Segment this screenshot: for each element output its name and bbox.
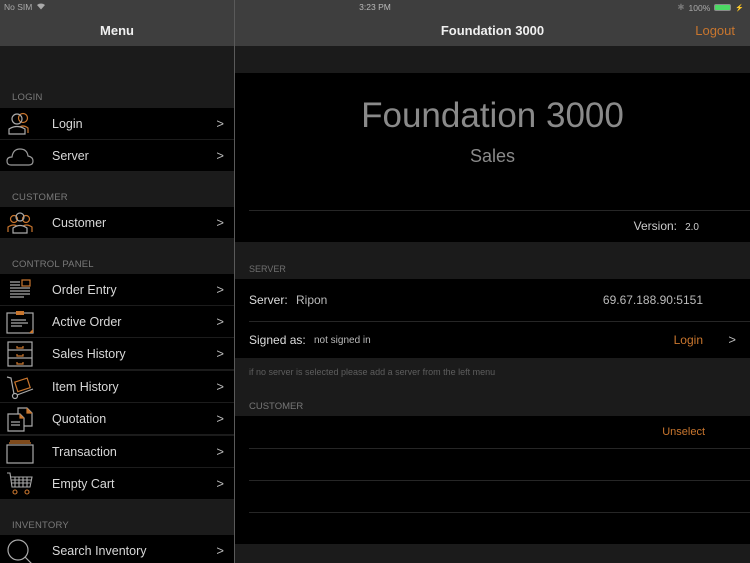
sidebar-item-item-history[interactable]: Item History > — [0, 371, 234, 403]
chevron-right-icon: > — [216, 346, 224, 361]
section-header-customer: CUSTOMER — [12, 192, 68, 203]
separator — [249, 210, 750, 211]
logout-button[interactable]: Logout — [695, 23, 735, 38]
section-header-customer: CUSTOMER — [249, 401, 304, 412]
chevron-right-icon: > — [216, 411, 224, 426]
chevron-right-icon: > — [216, 543, 224, 558]
main-title: Foundation 3000 — [440, 22, 545, 38]
section-header-login: LOGIN — [12, 92, 43, 103]
signed-as-label: Signed as: — [249, 333, 306, 347]
customer-group-icon — [6, 210, 34, 236]
chevron-right-icon: > — [216, 444, 224, 459]
tray-icon — [6, 439, 34, 465]
chevron-right-icon: > — [216, 215, 224, 230]
hero-title: Foundation 3000 — [361, 96, 624, 135]
sidebar-item-quotation[interactable]: Quotation > — [0, 403, 234, 435]
chevron-right-icon: > — [216, 379, 224, 394]
section-header-control-panel: CONTROL PANEL — [12, 259, 94, 270]
chevron-right-icon: > — [216, 116, 224, 131]
separator — [249, 512, 750, 513]
main-navbar: Foundation 3000 Logout — [235, 14, 750, 46]
battery-icon — [714, 4, 732, 11]
chevron-right-icon: > — [216, 476, 224, 491]
server-address: 69.67.188.90:5151 — [602, 293, 703, 307]
battery-percent: 100% — [688, 2, 711, 13]
section-header-server: SERVER — [249, 264, 286, 274]
sidebar: Menu LOGIN Login > Server > CUSTOMER Cus… — [0, 0, 234, 563]
order-entry-icon — [6, 277, 34, 303]
sidebar-item-empty-cart[interactable]: Empty Cart > — [0, 468, 234, 500]
sidebar-item-login[interactable]: Login > — [0, 108, 234, 140]
server-label: Server: — [249, 293, 288, 307]
hero-subtitle: Sales — [469, 146, 516, 166]
version-label: Version: — [633, 219, 677, 233]
chevron-right-icon: > — [216, 282, 224, 297]
server-card: Server: Ripon 69.67.188.90:5151 Signed a… — [235, 279, 750, 358]
cart-icon — [6, 471, 34, 497]
sidebar-item-active-order[interactable]: Active Order > — [0, 306, 234, 338]
sidebar-item-label: Quotation — [52, 411, 107, 426]
drawers-icon — [6, 341, 34, 367]
sidebar-item-label: Transaction — [52, 444, 117, 459]
server-name: Ripon — [296, 293, 328, 307]
split-divider — [234, 0, 235, 563]
customer-card: Unselect — [235, 416, 750, 544]
main-panel: Foundation 3000 Logout Version: 2.0 Foun… — [235, 0, 750, 563]
sidebar-item-label: Search Inventory — [52, 543, 147, 558]
version-value: 2.0 — [685, 222, 699, 233]
sidebar-item-label: Login — [52, 116, 83, 131]
sidebar-item-label: Server — [52, 148, 89, 163]
sidebar-title: Menu — [100, 22, 134, 38]
section-header-inventory: INVENTORY — [12, 520, 69, 531]
users-icon — [6, 111, 34, 137]
sidebar-item-server[interactable]: Server > — [0, 140, 234, 172]
unselect-button[interactable]: Unselect — [662, 426, 705, 438]
sidebar-item-label: Customer — [52, 215, 107, 230]
login-link[interactable]: Login — [674, 333, 703, 347]
sidebar-item-customer[interactable]: Customer > — [0, 207, 234, 239]
sidebar-item-label: Item History — [52, 379, 119, 394]
server-note: if no server is selected please add a se… — [249, 367, 496, 377]
charging-icon: ⚡ — [735, 4, 744, 12]
signed-as-row[interactable]: Signed as: not signed in Login > — [235, 322, 750, 358]
separator — [249, 448, 750, 449]
sidebar-navbar: Menu — [0, 14, 234, 46]
sidebar-item-transaction[interactable]: Transaction > — [0, 436, 234, 468]
chevron-right-icon: > — [728, 332, 736, 347]
chevron-right-icon: > — [216, 314, 224, 329]
cloud-icon — [6, 143, 34, 169]
sidebar-item-label: Order Entry — [52, 282, 117, 297]
sidebar-item-sales-history[interactable]: Sales History > — [0, 338, 234, 370]
search-icon — [6, 538, 34, 563]
sidebar-item-order-entry[interactable]: Order Entry > — [0, 274, 234, 306]
clipboard-icon — [6, 309, 34, 335]
hand-truck-icon — [6, 374, 34, 400]
clock: 3:23 PM — [359, 2, 391, 12]
bluetooth-icon: ✱ — [677, 2, 685, 12]
chevron-right-icon: > — [216, 148, 224, 163]
sidebar-item-label: Sales History — [52, 346, 126, 361]
status-bar: No SIM 3:23 PM ✱ 100% ⚡ — [0, 0, 750, 14]
sidebar-item-search-inventory[interactable]: Search Inventory > — [0, 535, 234, 563]
sidebar-item-label: Active Order — [52, 314, 122, 329]
sidebar-item-label: Empty Cart — [52, 476, 115, 491]
documents-icon — [6, 406, 34, 432]
separator — [249, 480, 750, 481]
signed-as-value: not signed in — [314, 335, 371, 346]
